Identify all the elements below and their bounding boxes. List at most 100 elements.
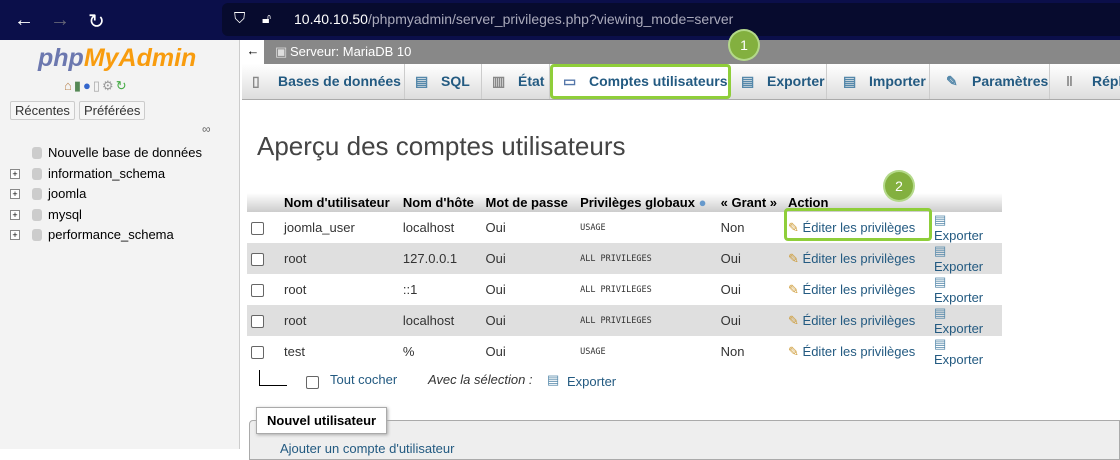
docs-icon[interactable]: ▯ xyxy=(93,78,102,93)
server-breadcrumb: ← ▣ Serveur: MariaDB 10 xyxy=(242,40,1120,64)
select-arrow-icon xyxy=(259,370,287,386)
wrench-icon: ✎ xyxy=(946,73,958,89)
row-checkbox[interactable] xyxy=(251,346,264,360)
database-icon xyxy=(32,229,42,241)
tab-import[interactable]: ▤ Importer xyxy=(833,64,930,99)
tree-item[interactable]: + mysql xyxy=(8,205,202,226)
tab-status[interactable]: ▥ État xyxy=(482,64,550,99)
help-icon[interactable]: ● xyxy=(699,195,707,210)
cell-grant: Non xyxy=(716,336,784,367)
cell-host: % xyxy=(398,336,482,367)
edit-privileges-link[interactable]: Éditer les privilèges xyxy=(803,251,916,266)
tree-item-new-db[interactable]: Nouvelle base de données xyxy=(8,143,202,164)
col-host[interactable]: Nom d'hôte xyxy=(398,193,482,212)
url-bar[interactable]: ⛉ 🔓︎ 10.40.10.50/phpmyadmin/server_privi… xyxy=(222,3,1120,36)
cell-username: test xyxy=(280,336,399,367)
database-icon: ▯ xyxy=(252,73,260,89)
gear-icon[interactable]: ⚙ xyxy=(102,78,116,93)
cell-host: ::1 xyxy=(398,274,482,305)
expand-icon[interactable]: + xyxy=(10,230,20,240)
edit-privileges-link[interactable]: Éditer les privilèges xyxy=(803,313,916,328)
table-row: root 127.0.0.1 Oui ALL PRIVILEGES Oui ✎ … xyxy=(247,243,1002,274)
tab-replication[interactable]: ‖ Répl xyxy=(1056,64,1120,99)
cell-host: localhost xyxy=(398,212,482,243)
col-password[interactable]: Mot de passe xyxy=(481,193,577,212)
server-icon: ▣ xyxy=(275,44,288,59)
cell-grant: Non xyxy=(716,212,784,243)
export-icon: ▤ xyxy=(934,336,947,351)
export-selected-button[interactable]: Exporter xyxy=(567,374,616,389)
sql-icon: ▤ xyxy=(415,73,429,89)
check-all-link[interactable]: Tout cocher xyxy=(330,372,397,387)
tab-databases[interactable]: ▯ Bases de données xyxy=(242,64,405,99)
export-user-link[interactable]: Exporter xyxy=(934,352,983,367)
export-user-link[interactable]: Exporter xyxy=(934,321,983,336)
expand-icon[interactable]: + xyxy=(10,168,20,179)
edit-privileges-link[interactable]: Éditer les privilèges xyxy=(803,282,916,297)
database-icon xyxy=(32,167,42,180)
page-title: Aperçu des comptes utilisateurs xyxy=(257,131,626,161)
col-username[interactable]: Nom d'utilisateur xyxy=(280,193,399,212)
col-global-privileges[interactable]: Privilèges globaux ● xyxy=(576,193,717,212)
favorites-button[interactable]: Préférées xyxy=(79,101,146,120)
cell-host: 127.0.0.1 xyxy=(398,243,482,274)
edit-privileges-link[interactable]: Éditer les privilèges xyxy=(803,344,916,359)
tab-sql[interactable]: ▤ SQL xyxy=(405,64,482,99)
forward-icon[interactable]: → xyxy=(50,9,70,32)
user-card-icon: ▭ xyxy=(563,73,577,89)
tree-item[interactable]: + joomla xyxy=(8,184,202,205)
cell-privileges: USAGE xyxy=(576,212,717,243)
url-host: 10.40.10.50 xyxy=(294,11,368,27)
navigation-sidebar: phpMyAdmin ⌂▮●▯⚙↻ Récentes Préférées ∞ N… xyxy=(0,40,240,449)
cell-privileges: ALL PRIVILEGES xyxy=(576,274,717,305)
export-user-link[interactable]: Exporter xyxy=(934,290,983,305)
cell-grant: Oui xyxy=(716,243,784,274)
recent-button[interactable]: Récentes xyxy=(10,101,75,120)
logout-icon[interactable]: ▮ xyxy=(74,78,83,93)
back-icon[interactable]: ← xyxy=(14,9,34,32)
reload-icon[interactable]: ↻ xyxy=(116,78,129,93)
check-all-checkbox[interactable] xyxy=(306,376,319,390)
export-icon: ▤ xyxy=(934,274,947,289)
export-icon: ▤ xyxy=(934,243,947,258)
edit-user-icon: ✎ xyxy=(788,281,799,297)
export-user-link[interactable]: Exporter xyxy=(934,259,983,274)
tab-settings[interactable]: ✎ Paramètres xyxy=(936,64,1050,99)
row-checkbox[interactable] xyxy=(251,253,264,267)
cell-privileges: ALL PRIVILEGES xyxy=(576,243,717,274)
expand-icon[interactable]: + xyxy=(10,189,20,199)
edit-user-icon: ✎ xyxy=(788,343,799,359)
server-link[interactable]: Serveur: MariaDB 10 xyxy=(290,44,411,59)
database-icon xyxy=(32,188,42,200)
chart-icon: ▥ xyxy=(492,73,506,89)
row-checkbox[interactable] xyxy=(251,315,264,329)
link-icon[interactable]: ∞ xyxy=(202,122,211,136)
expand-icon[interactable]: + xyxy=(10,209,20,220)
row-checkbox[interactable] xyxy=(251,284,264,298)
edit-user-icon: ✎ xyxy=(788,250,799,266)
new-db-icon xyxy=(32,147,42,159)
tree-item[interactable]: + performance_schema xyxy=(8,225,202,246)
home-icon[interactable]: ⌂ xyxy=(64,78,74,93)
col-grant[interactable]: « Grant » xyxy=(716,193,784,212)
export-user-link[interactable]: Exporter xyxy=(934,228,983,243)
annotation-badge-2: 2 xyxy=(885,172,913,200)
browser-toolbar: ← → ↻ ⛉ 🔓︎ 10.40.10.50/phpmyadmin/server… xyxy=(0,0,1120,40)
collapse-arrow-icon[interactable]: ← xyxy=(242,40,264,64)
row-checkbox[interactable] xyxy=(251,222,264,236)
tree-item[interactable]: + information_schema xyxy=(8,164,202,185)
phpmyadmin-logo[interactable]: phpMyAdmin xyxy=(38,44,196,73)
tab-user-accounts[interactable]: ▭ Comptes utilisateurs xyxy=(550,64,731,99)
reload-icon[interactable]: ↻ xyxy=(88,9,105,34)
cell-username: joomla_user xyxy=(280,212,399,243)
insecure-lock-icon[interactable]: 🔓︎ xyxy=(262,10,271,27)
tab-export[interactable]: ▤ Exporter xyxy=(731,64,827,99)
new-user-legend: Nouvel utilisateur xyxy=(256,407,388,434)
cell-password: Oui xyxy=(481,305,577,336)
with-selection-label: Avec la sélection : xyxy=(428,372,533,387)
shield-icon: ⛉ xyxy=(234,10,246,27)
database-tree: Nouvelle base de données + information_sc… xyxy=(8,143,202,246)
edit-user-icon: ✎ xyxy=(788,312,799,328)
cell-grant: Oui xyxy=(716,305,784,336)
help-icon[interactable]: ● xyxy=(83,78,93,93)
